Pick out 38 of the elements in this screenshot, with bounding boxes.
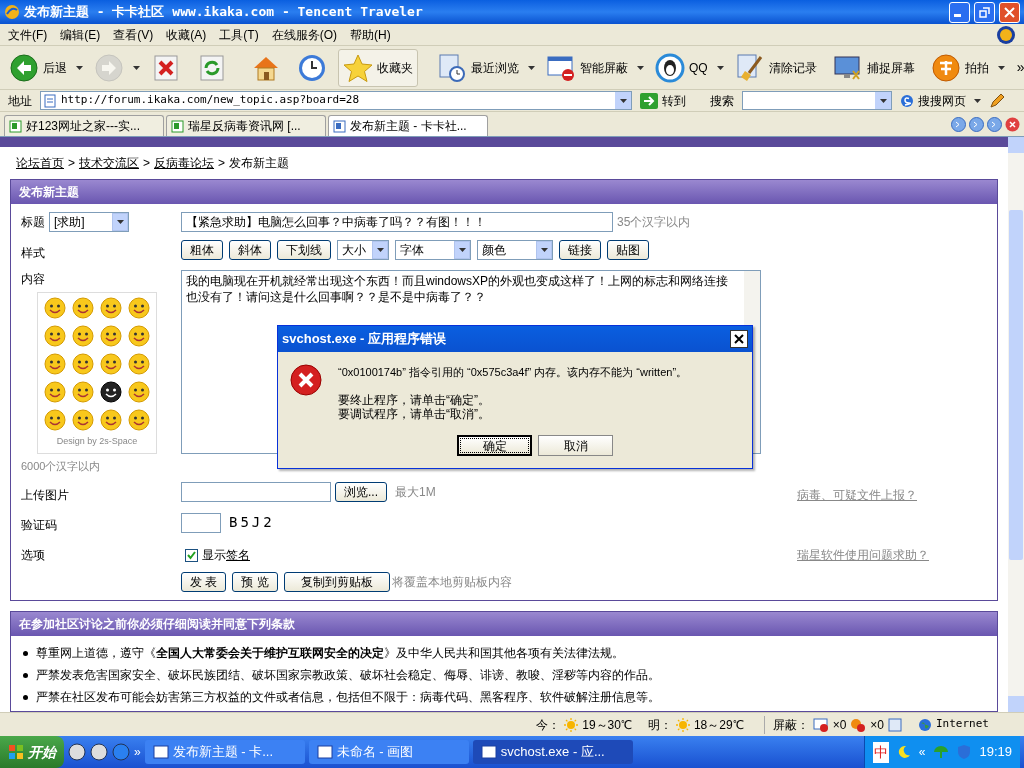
error-message: “0x0100174b” 指令引用的 “0x575c3a4f” 内存。该内存不能为 “written”。 [338,365,688,380]
instruction-text: 要调试程序，请单击“取消”。 [338,406,491,421]
smiley-panel: Design by 2s-Space [37,292,157,454]
field-label: 选项 [21,547,46,564]
clock-text: 19:19 [979,743,1012,762]
hint-text: 35个汉字以内 [617,214,691,231]
address-label: 地址 [8,92,32,110]
field-label: 标题 [21,214,45,231]
window-title: 发布新主题 - 卡卡社区 www.ikaka.com - Tencent Traveler [24,3,423,22]
field-label: 上传图片 [21,487,70,504]
block-label: 屏蔽： [763,715,809,734]
breadcrumb-separator: > [68,155,75,172]
field-label: 验证码 [21,517,58,534]
temperature-text: 18～29℃ [693,716,744,734]
weather-label: 今： [536,716,561,734]
breadcrumb-separator: > [218,155,226,172]
breadcrumb-current: 发布新主题 [229,155,290,172]
terms-item: 严禁发表危害国家安全、破坏民族团结、破坏国家宗教政策、破坏社会稳定、侮辱、诽谤、教唆、淫秽等内容的作品。 [36,667,660,684]
instruction-text: 要终止程序，请单击“确定”。 [338,392,491,407]
terms-item: 尊重网上道德，遵守《全国人大常委会关于维护互联网安全的决定》及中华人民共和国其他各项有关法律法规。 [36,645,624,662]
zone-text: Internet [936,716,990,733]
breadcrumb-separator: > [143,155,151,172]
count-text: ×0 [832,716,847,734]
dialog-title-bar: svchost.exe - 应用程序错误 [278,326,752,352]
panel-header: 发布新主题 [11,180,997,204]
checkbox-label: 显示 [202,547,226,564]
field-label: 样式 [21,245,46,262]
weather-label: 明： [647,716,672,734]
captcha-code: B5J2 [229,513,275,532]
panel-header: 在参加社区讨论之前你必须仔细阅读并同意下列条款 [11,612,997,636]
search-label: 搜索 [710,92,734,110]
hint-text: 最大1M [395,484,436,501]
hint-text: 6000个汉字以内 [21,458,102,474]
terms-item: 严禁在社区发布可能会妨害第三方权益的文件或者信息，包括但不限于：病毒代码、黑客程序、软件破解注册信息等。 [36,689,660,706]
hint-text: 将覆盖本地剪贴板内容 [391,574,512,591]
temperature-text: 19～30℃ [582,716,632,734]
field-label: 内容 [21,271,46,288]
count-text: ×0 [870,716,884,734]
